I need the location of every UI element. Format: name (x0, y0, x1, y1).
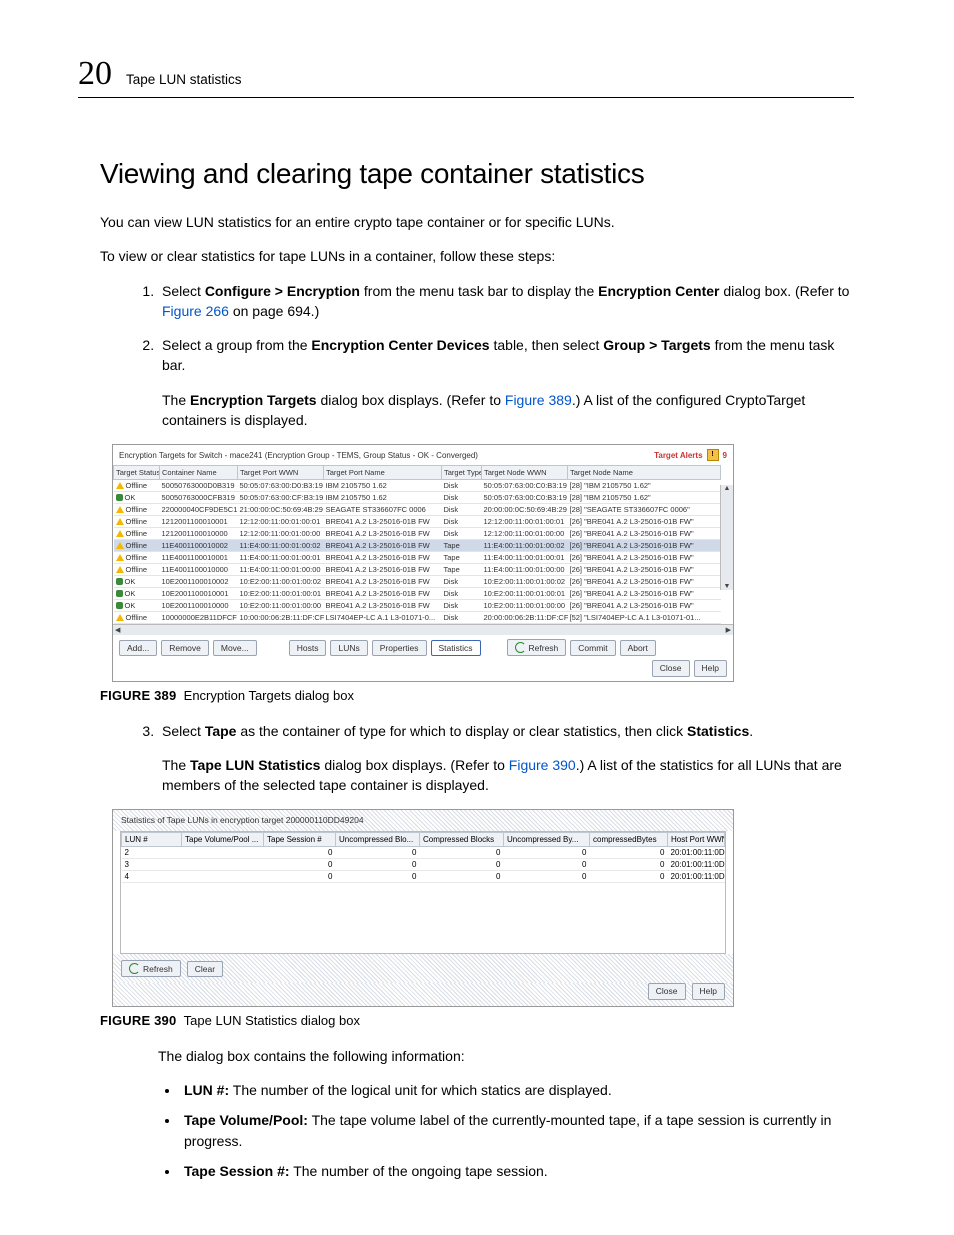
page-header: 20 Tape LUN statistics (78, 55, 854, 98)
figure-389-caption: FIGURE 389 Encryption Targets dialog box (100, 688, 854, 703)
dialog-button-row: Refresh Clear (113, 954, 733, 983)
figure-390-caption: FIGURE 390 Tape LUN Statistics dialog bo… (100, 1013, 854, 1028)
warning-icon (116, 554, 124, 561)
table-row[interactable]: OK10E200110001000010:E2:00:11:00:01:00:0… (114, 600, 721, 612)
close-button[interactable]: Close (652, 660, 690, 676)
dialog-button-row: Add... Remove Move... Hosts LUNs Propert… (113, 635, 733, 660)
luns-button[interactable]: LUNs (330, 640, 367, 656)
warning-icon: ! (707, 449, 719, 461)
step-3-sub: The Tape LUN Statistics dialog box displ… (162, 755, 854, 796)
properties-button[interactable]: Properties (372, 640, 427, 656)
target-alerts[interactable]: Target Alerts ! 9 (654, 449, 727, 461)
chapter-title: Tape LUN statistics (126, 72, 242, 87)
intro-paragraph-2: To view or clear statistics for tape LUN… (100, 246, 854, 266)
table-header-row: LUN # Tape Volume/Pool ... Tape Session … (122, 833, 725, 847)
warning-icon (116, 530, 124, 537)
step-3: Select Tape as the container of type for… (158, 721, 854, 796)
table-row[interactable]: Offline10000000E2B11DFCF10:00:00:06:2B:1… (114, 612, 721, 624)
steps-list: Select Configure > Encryption from the m… (100, 281, 854, 431)
dialog-bottom-row: Close Help (113, 660, 733, 680)
help-button[interactable]: Help (692, 983, 725, 999)
table-row[interactable]: 30000020:01:00:11:0D:D4... (122, 859, 725, 871)
horizontal-scrollbar[interactable]: ◀▶ (113, 624, 733, 635)
table-row[interactable]: Offline50050763000D0B31950:05:07:63:00:D… (114, 480, 721, 492)
encryption-targets-dialog: Encryption Targets for Switch - mace241 … (112, 444, 734, 681)
table-row[interactable]: 20000020:01:00:11:0D:D4... (122, 847, 725, 859)
table-row[interactable]: OK10E200110001000210:E2:00:11:00:01:00:0… (114, 576, 721, 588)
table-row[interactable]: Offline220000040CF9DE5C121:00:00:0C:50:6… (114, 504, 721, 516)
list-item: LUN #: The number of the logical unit fo… (180, 1080, 854, 1100)
lun-stats-table[interactable]: LUN # Tape Volume/Pool ... Tape Session … (121, 832, 725, 883)
table-header-row: Target Status Container Name Target Port… (114, 466, 721, 480)
step-2-sub: The Encryption Targets dialog box displa… (162, 390, 854, 431)
ok-icon (116, 578, 123, 585)
add-button[interactable]: Add... (119, 640, 157, 656)
targets-table[interactable]: Target Status Container Name Target Port… (113, 465, 721, 624)
table-row[interactable]: 40000020:01:00:11:0D:D4... (122, 871, 725, 883)
warning-icon (116, 518, 124, 525)
table-row[interactable]: Offline11E400110001000011:E4:00:11:00:01… (114, 564, 721, 576)
warning-icon (116, 482, 124, 489)
list-item: Tape Session #: The number of the ongoin… (180, 1161, 854, 1181)
warning-icon (116, 506, 124, 513)
remove-button[interactable]: Remove (161, 640, 209, 656)
ok-icon (116, 494, 123, 501)
statistics-button[interactable]: Statistics (431, 640, 481, 656)
chapter-number: 20 (78, 55, 112, 93)
abort-button[interactable]: Abort (620, 640, 656, 656)
after-figure-text: The dialog box contains the following in… (158, 1046, 854, 1066)
dialog-title: Encryption Targets for Switch - mace241 … (119, 451, 478, 460)
refresh-icon (515, 642, 526, 653)
ok-icon (116, 602, 123, 609)
dialog-bottom-row: Close Help (113, 983, 733, 1005)
refresh-button[interactable]: Refresh (507, 639, 567, 656)
list-item: Tape Volume/Pool: The tape volume label … (180, 1110, 854, 1151)
section-heading: Viewing and clearing tape container stat… (100, 158, 854, 190)
tape-lun-statistics-dialog: Statistics of Tape LUNs in encryption ta… (112, 809, 734, 1006)
step-2: Select a group from the Encryption Cente… (158, 335, 854, 430)
table-row[interactable]: OK10E200110001000110:E2:00:11:00:01:00:0… (114, 588, 721, 600)
hosts-button[interactable]: Hosts (289, 640, 327, 656)
figure-389-link[interactable]: Figure 389 (505, 392, 572, 408)
warning-icon (116, 566, 124, 573)
table-row[interactable]: Offline121200110001000112:12:00:11:00:01… (114, 516, 721, 528)
figure-390-link[interactable]: Figure 390 (509, 757, 576, 773)
table-row[interactable]: Offline121200110001000012:12:00:11:00:01… (114, 528, 721, 540)
warning-icon (116, 542, 124, 549)
dialog-title: Statistics of Tape LUNs in encryption ta… (113, 810, 733, 831)
info-bullet-list: LUN #: The number of the logical unit fo… (100, 1080, 854, 1181)
commit-button[interactable]: Commit (570, 640, 615, 656)
move-button[interactable]: Move... (213, 640, 257, 656)
vertical-scrollbar[interactable]: ▲▼ (720, 485, 733, 590)
warning-icon (116, 614, 124, 621)
help-button[interactable]: Help (694, 660, 727, 676)
table-row[interactable]: Offline11E400110001000111:E4:00:11:00:01… (114, 552, 721, 564)
clear-button[interactable]: Clear (187, 961, 223, 977)
close-button[interactable]: Close (648, 983, 686, 999)
step-1: Select Configure > Encryption from the m… (158, 281, 854, 322)
intro-paragraph-1: You can view LUN statistics for an entir… (100, 212, 854, 232)
table-row[interactable]: OK50050763000CFB31950:05:07:63:00:CF:B3:… (114, 492, 721, 504)
table-row[interactable]: Offline11E400110001000211:E4:00:11:00:01… (114, 540, 721, 552)
figure-266-link[interactable]: Figure 266 (162, 303, 229, 319)
refresh-icon (129, 963, 140, 974)
ok-icon (116, 590, 123, 597)
refresh-button[interactable]: Refresh (121, 960, 181, 977)
steps-list-continued: Select Tape as the container of type for… (100, 721, 854, 796)
